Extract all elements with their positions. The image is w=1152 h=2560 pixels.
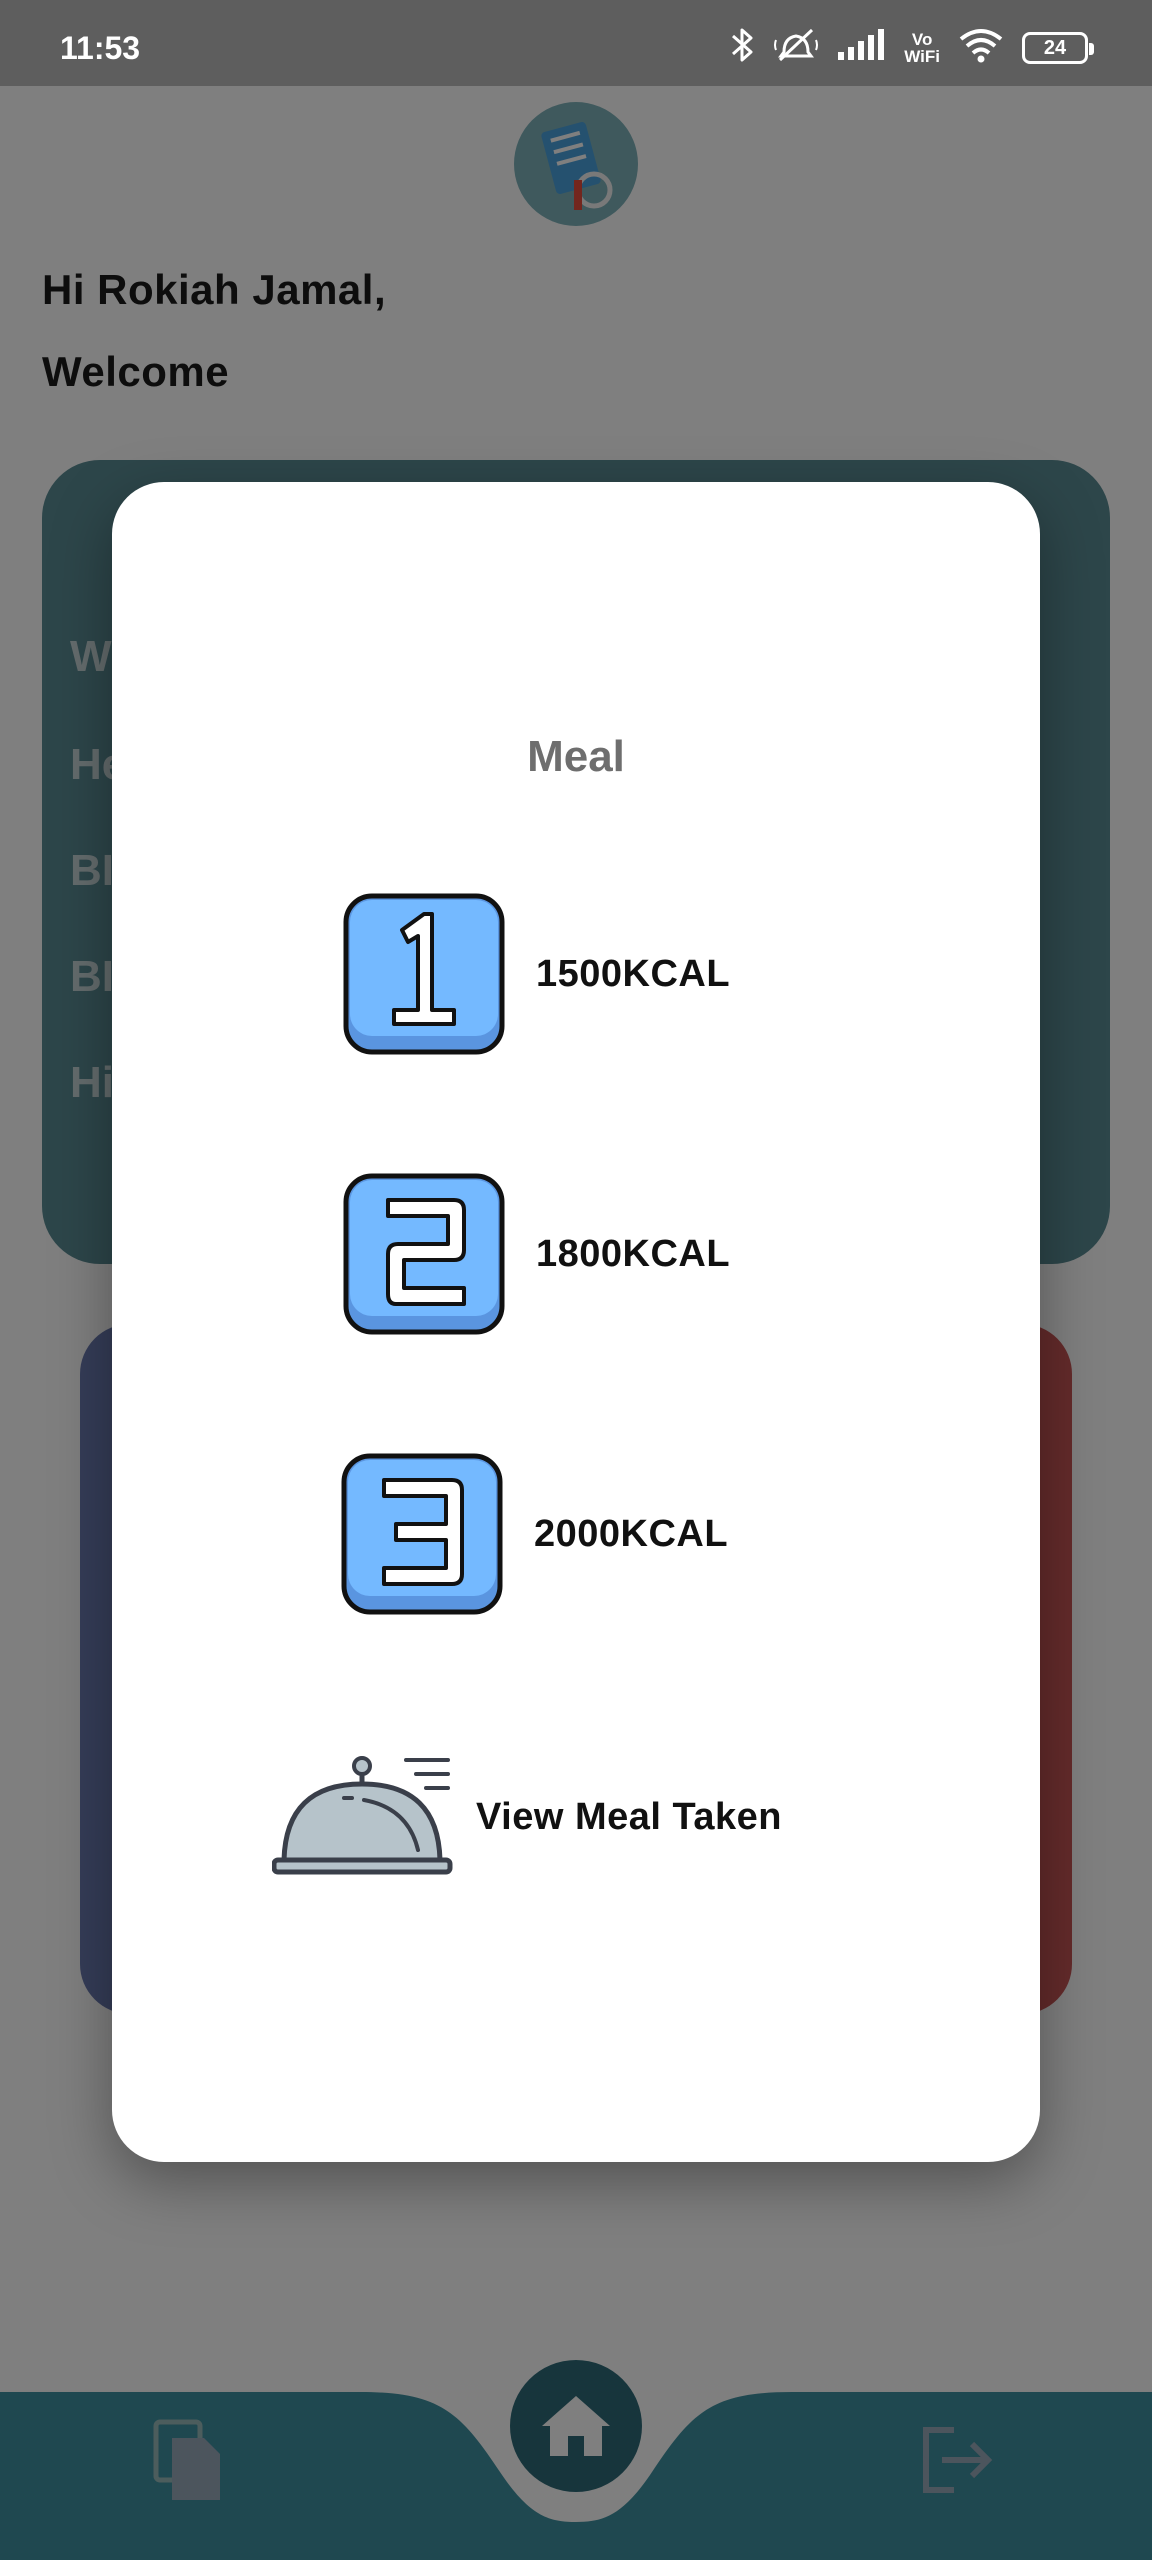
meal-option-label: 1500KCAL xyxy=(536,952,731,995)
number-3-icon xyxy=(341,1453,503,1615)
status-bar: 11:53 Vo WiFi 24 xyxy=(0,0,1152,86)
meal-dialog: Meal 1500KCAL 1800KCAL 2000KCAL View Mea… xyxy=(112,482,1040,2162)
dialog-title: Meal xyxy=(527,732,625,781)
view-meal-taken-button[interactable]: View Meal Taken xyxy=(272,1752,782,1882)
mute-vibrate-icon xyxy=(774,26,819,69)
bluetooth-icon xyxy=(730,26,756,69)
meal-option-label: 2000KCAL xyxy=(534,1512,729,1555)
number-2-icon xyxy=(343,1173,505,1335)
meal-option-1500[interactable]: 1500KCAL xyxy=(342,892,730,1056)
status-time: 11:53 xyxy=(60,30,141,66)
status-icons: Vo WiFi 24 xyxy=(730,26,1094,69)
wifi-icon xyxy=(958,27,1004,68)
meal-option-2000[interactable]: 2000KCAL xyxy=(340,1452,728,1616)
battery-icon: 24 xyxy=(1022,31,1094,64)
meal-option-1800[interactable]: 1800KCAL xyxy=(342,1172,730,1336)
view-meal-taken-label: View Meal Taken xyxy=(476,1795,783,1838)
meal-option-label: 1800KCAL xyxy=(536,1232,731,1275)
signal-icon xyxy=(836,28,886,67)
number-1-icon xyxy=(343,893,505,1055)
food-cloche-icon xyxy=(272,1756,453,1875)
vowifi-indicator: Vo WiFi xyxy=(904,29,940,66)
